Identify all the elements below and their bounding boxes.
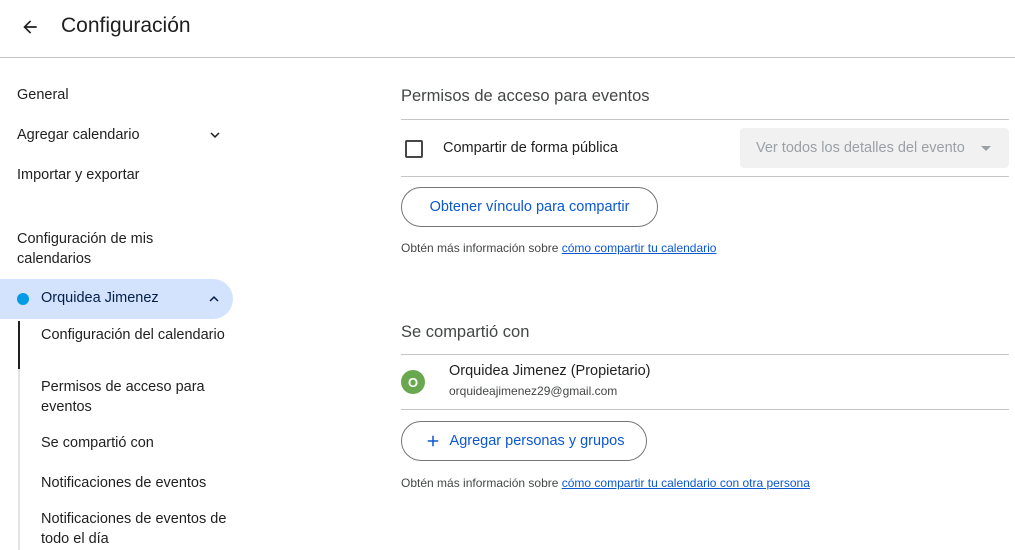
chevron-down-icon[interactable]	[206, 126, 224, 144]
share-with-person-help-link[interactable]: cómo compartir tu calendario con otra pe…	[562, 476, 810, 490]
plus-icon	[427, 435, 438, 447]
sidebar-item-calendar[interactable]: Orquidea Jimenez	[0, 279, 233, 319]
avatar: O	[401, 370, 425, 394]
app-header: Configuración	[0, 0, 1015, 58]
access-permissions-title: Permisos de acceso para eventos	[401, 87, 650, 105]
calendar-name: Orquidea Jimenez	[41, 290, 159, 306]
access-info-text: Obtén más información sobre cómo compart…	[401, 241, 716, 255]
page-title: Configuración	[61, 14, 191, 37]
shared-person-email: orquideajimenez29@gmail.com	[449, 384, 618, 398]
sidebar-subitem-shared-with[interactable]: Se compartió con	[41, 433, 236, 453]
section-divider	[401, 176, 1009, 177]
add-people-label: Agregar personas y grupos	[449, 433, 625, 449]
access-info-prefix: Obtén más información sobre	[401, 241, 562, 255]
back-button[interactable]	[14, 11, 46, 43]
shared-person-name: Orquidea Jimenez (Propietario)	[449, 363, 651, 379]
sidebar-subitem-access-permissions[interactable]: Permisos de acceso para eventos	[41, 377, 236, 417]
add-people-button[interactable]: Agregar personas y grupos	[401, 421, 647, 461]
share-calendar-help-link[interactable]: cómo compartir tu calendario	[562, 241, 717, 255]
section-divider	[401, 354, 1009, 355]
event-details-select-value: Ver todos los detalles del evento	[756, 140, 965, 156]
sidebar-item-general[interactable]: General	[17, 87, 69, 103]
chevron-up-icon[interactable]	[205, 290, 223, 308]
sidebar-item-add-calendar[interactable]: Agregar calendario	[17, 127, 140, 143]
get-share-link-button[interactable]: Obtener vínculo para compartir	[401, 187, 658, 227]
event-details-select[interactable]: Ver todos los detalles del evento	[740, 128, 1009, 168]
arrow-back-icon	[23, 20, 37, 34]
sidebar-subitem-allday-notifications[interactable]: Notificaciones de eventos de todo el día	[41, 509, 236, 549]
section-divider	[401, 119, 1009, 120]
shared-info-text: Obtén más información sobre cómo compart…	[401, 476, 810, 490]
sidebar-subitem-event-notifications[interactable]: Notificaciones de eventos	[41, 473, 236, 493]
share-public-checkbox[interactable]	[405, 140, 423, 158]
subnav-active-indicator	[18, 321, 20, 369]
shared-with-title: Se compartió con	[401, 323, 530, 341]
share-public-label: Compartir de forma pública	[443, 140, 618, 156]
section-divider	[401, 409, 1009, 410]
sidebar-item-import-export[interactable]: Importar y exportar	[17, 167, 140, 183]
my-calendars-heading: Configuración de mis calendarios	[17, 231, 154, 267]
caret-down-icon	[981, 146, 991, 151]
shared-info-prefix: Obtén más información sobre	[401, 476, 562, 490]
sidebar-subitem-calendar-settings[interactable]: Configuración del calendario	[41, 325, 236, 345]
calendar-color-dot	[17, 293, 29, 305]
settings-sidebar: General Agregar calendario Importar y ex…	[0, 59, 240, 550]
